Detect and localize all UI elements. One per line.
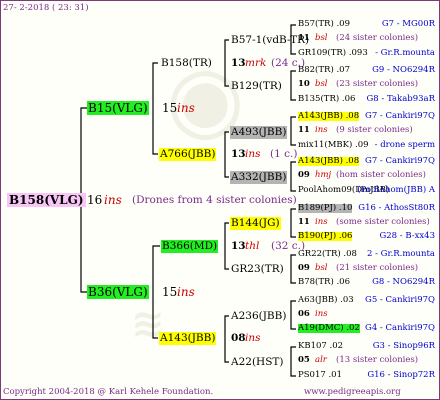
g4-origin-24: G16 - Sinop72R [367,370,435,380]
g4-origin-21: G4 - Cankiri97Q [365,323,435,333]
g4-suffix-17: bsl [315,263,328,273]
g4-name-21: A19(DMC) .02 [298,323,360,333]
g1-year-1: 15 [162,101,178,115]
g4-origin-15: G28 - B-xx43 [379,231,435,241]
g3-queen-3: A493(JBB) [230,126,288,139]
g4-origin-4: G9 - NO6294R [372,65,435,75]
g3-queen-5: B144(JG) [230,217,281,230]
root-year: 16 [87,193,103,207]
g4-origin-6: G8 - Takab93aR [366,94,436,104]
g4-count-17: (21 sister colonies) [336,263,419,273]
g4-origin-19: G5 - Cankiri97Q [365,295,435,305]
g2-suffix-4: ins [245,332,261,344]
g2-year-4: 08 [231,332,246,344]
g4-count-2: (24 sister colonies) [336,33,419,43]
g4-suffix-5: bsl [315,79,328,89]
g4-suffix-23: alr [315,355,327,365]
g4-name-18: B78(TR) .06 [298,277,350,287]
g4-count-23: (13 sister colonies) [336,355,419,365]
g4-suffix-20: ins [315,309,328,319]
g1-suffix-2: ins [177,285,195,299]
g2-queen-2: A766(JBB) [159,148,217,161]
g4-name-17: 09 [298,263,310,273]
g4-origin-7: G7 - Cankiri97Q [365,111,435,121]
g4-suffix-14: ins [315,217,328,227]
g4-suffix-8: ins [315,125,328,135]
root-note: (Drones from 4 sister colonies) [132,194,297,206]
g4-name-24: PS017 .01 [298,370,342,380]
pedigree-chart: ◉ ≋ 27- 2-2018 (23: 31) Copyright 2004-… [0,0,440,400]
g4-name-10: A143(JBB) .08 [298,156,360,166]
g3-queen-2: B129(TR) [231,80,282,92]
g4-name-14: 11 [298,217,310,227]
g4-origin-12: (PoolAhom(JBB) A [357,185,435,195]
g2-queen-4: A143(JBB) [159,332,217,345]
g4-origin-13: G16 - AthosSt80R [358,203,435,213]
g4-count-14: (some sister colonies) [336,217,430,227]
g4-name-9: mix11(MBK) .09 [298,140,369,150]
g4-count-5: (23 sister colonies) [336,79,419,89]
g2-year-3: 13 [231,240,246,252]
g4-name-1: B57(TR) .09 [298,19,350,29]
g4-name-8: 11 [298,125,310,135]
root-suffix: ins [104,193,122,207]
g4-suffix-11: hmj [315,170,332,180]
g4-origin-3: - Gr.R.mounta [375,48,435,58]
g3-queen-8: A22(HST) [231,356,284,368]
g4-origin-10: G7 - Cankiri97Q [365,156,435,166]
g4-name-6: B135(TR) .06 [298,94,356,104]
date-stamp: 27- 2-2018 ( 23: 31) [3,3,89,13]
g4-origin-18: G8 - NO6294R [372,277,435,287]
g4-count-11: (hom sister colonies) [336,170,426,180]
g4-name-20: 06 [298,309,310,319]
g4-count-8: (9 sister colonies) [336,125,413,135]
g2-year-1: 13 [231,57,246,69]
g3-queen-6: GR23(TR) [231,263,284,275]
g4-name-19: A63(JBB) .03 [298,295,354,305]
g4-name-2: 11 [298,33,310,43]
g4-origin-16: 2 - Gr.R.mounta [366,249,435,259]
g1-queen-1: B15(VLG) [87,101,149,115]
website: www.pedigreeapis.org [304,387,401,397]
g1-queen-2: B36(VLG) [87,285,149,299]
g4-name-16: GR22(TR) .08 [298,249,357,259]
g2-suffix-2: ins [245,148,261,160]
g2-count-2: (1 c.) [270,148,298,160]
g4-name-23: 05 [298,355,310,365]
copyright: Copyright 2004-2018 @ Karl Kehele Founda… [3,387,214,397]
g4-suffix-2: bsl [315,33,328,43]
g1-year-2: 15 [162,285,178,299]
g3-queen-7: A236(JBB) [231,310,287,322]
g4-name-13: B189(PJ) .10 [298,203,353,213]
g4-name-15: B190(PJ) .06 [298,231,353,241]
g2-suffix-3: thl [245,240,260,252]
g2-queen-1: B158(TR) [161,57,212,69]
root-queen: B158(VLG) [7,193,86,207]
g4-name-22: KB107 .02 [298,341,344,351]
g4-origin-9: - drone sperm [374,140,435,150]
g4-name-5: 10 [298,79,310,89]
g2-suffix-1: mrk [245,57,267,69]
g4-name-11: 09 [298,170,310,180]
g2-queen-3: B366(MD) [161,240,219,253]
g2-year-2: 13 [231,148,246,160]
g3-queen-4: A332(JBB) [230,171,288,184]
g1-suffix-1: ins [177,101,195,115]
g4-name-4: B82(TR) .07 [298,65,350,75]
g4-origin-1: G7 - MG00R [381,19,435,29]
g4-origin-22: G3 - Sinop96R [372,341,435,351]
g4-name-7: A143(JBB) .08 [298,111,360,121]
g4-name-3: GR109(TR) .093 [298,48,368,58]
